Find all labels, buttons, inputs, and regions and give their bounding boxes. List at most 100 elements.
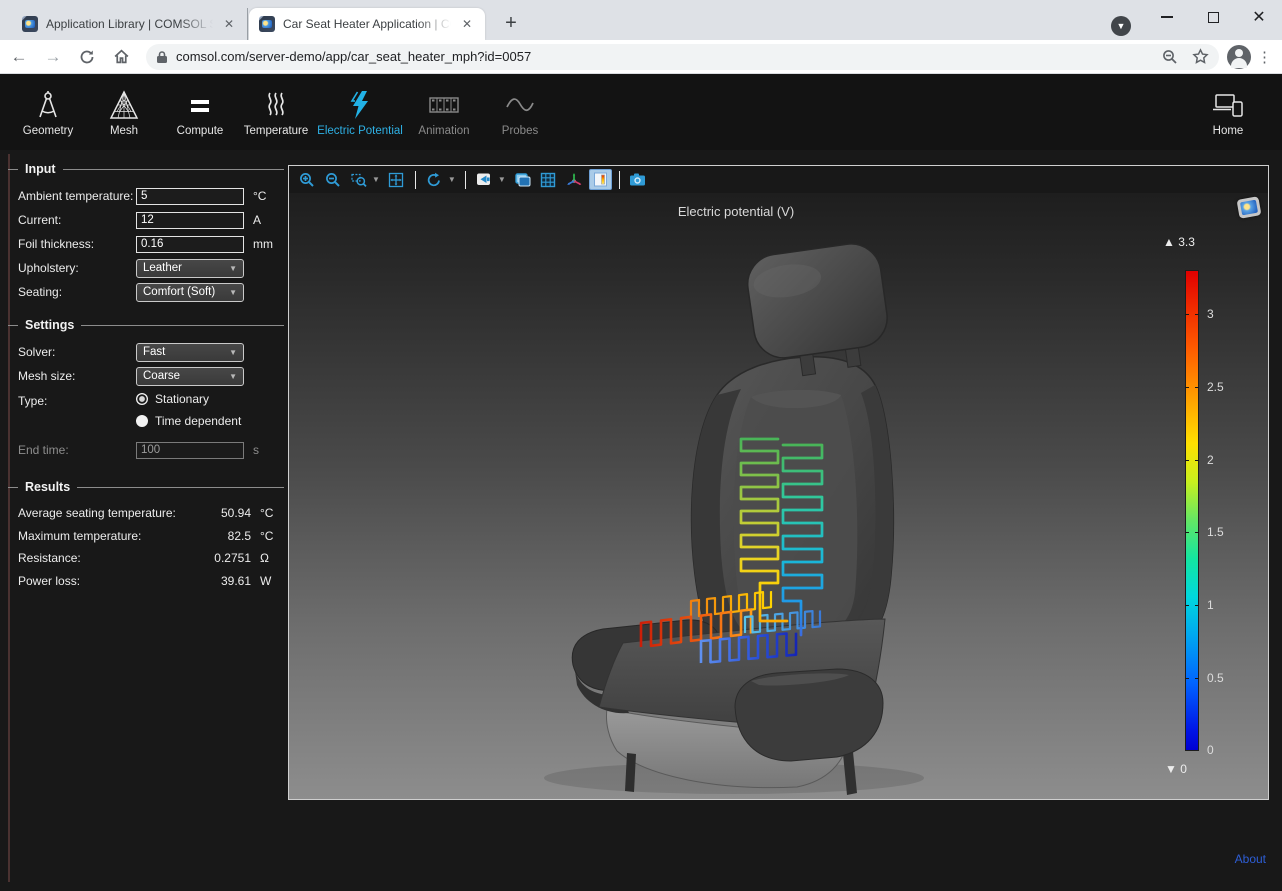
forward-icon[interactable]: → (38, 43, 68, 71)
snapshot-icon[interactable] (627, 169, 650, 190)
result-resistance: Resistance: 0.2751 Ω (18, 547, 284, 570)
app-ribbon: Geometry Mesh Compute Temperature (0, 74, 1282, 150)
mesh-size-dropdown[interactable]: Coarse ▼ (136, 367, 244, 386)
zoom-out-icon[interactable] (321, 169, 344, 190)
end-time-input (136, 442, 244, 459)
field-seating: Seating: Comfort (Soft) ▼ (18, 280, 284, 304)
seating-dropdown[interactable]: Comfort (Soft) ▼ (136, 283, 244, 302)
ribbon-temperature-button[interactable]: Temperature (238, 78, 314, 146)
browser-window: Application Library | COMSOL Se Car Seat… (0, 0, 1282, 891)
car-seat-3d-model[interactable] (289, 193, 1268, 799)
colorbar-max-marker: ▲ 3.3 (1163, 235, 1195, 249)
animation-icon (427, 87, 461, 121)
devices-icon (1210, 87, 1246, 121)
field-foil-thickness: Foil thickness: mm (18, 232, 284, 256)
radio-stationary[interactable]: Stationary (136, 388, 284, 410)
grid-icon[interactable] (537, 169, 560, 190)
window-controls: ✕ (1144, 0, 1282, 34)
seat-backrest (692, 357, 894, 655)
zoom-level-icon[interactable] (1162, 49, 1178, 65)
color-legend-icon[interactable] (589, 169, 612, 190)
section-header-results: Results (18, 480, 284, 494)
plot-canvas[interactable]: Electric potential (V) (289, 193, 1268, 799)
scene-light-icon[interactable] (473, 169, 496, 190)
maximize-button[interactable] (1190, 0, 1236, 34)
axes-icon[interactable] (563, 169, 586, 190)
section-header-input: Input (18, 162, 284, 176)
url-text[interactable]: comsol.com/server-demo/app/car_seat_heat… (176, 49, 1162, 64)
tab-application-library[interactable]: Application Library | COMSOL Se (12, 8, 248, 40)
radio-selected-icon[interactable] (136, 393, 148, 405)
comsol-favicon (22, 16, 38, 32)
cushion-front-bolster (735, 669, 883, 761)
field-end-time: End time: s (18, 438, 284, 462)
address-bar[interactable]: comsol.com/server-demo/app/car_seat_heat… (146, 44, 1219, 70)
tab-close-icon[interactable] (459, 16, 475, 32)
ribbon-probes-button[interactable]: Probes (482, 78, 558, 146)
toolbar-separator (619, 171, 620, 189)
colorbar-min-marker: ▼ 0 (1165, 762, 1187, 776)
colorbar-tick-label: 3 (1207, 307, 1214, 321)
minimize-button[interactable] (1144, 0, 1190, 34)
section-header-settings: Settings (18, 318, 284, 332)
field-ambient-temperature: Ambient temperature: °C (18, 184, 284, 208)
electric-potential-icon (344, 87, 376, 121)
tab-close-icon[interactable] (221, 16, 237, 32)
section-title: Results (25, 480, 70, 494)
ribbon-mesh-button[interactable]: Mesh (86, 78, 162, 146)
colorbar-tick-label: 0 (1207, 743, 1214, 757)
section-title: Settings (25, 318, 74, 332)
new-tab-button[interactable]: + (497, 10, 525, 38)
ribbon-animation-button[interactable]: Animation (406, 78, 482, 146)
colorbar-tick-label: 1 (1207, 598, 1214, 612)
lock-icon (156, 50, 168, 64)
ribbon-electric-potential-button[interactable]: Electric Potential (314, 78, 406, 146)
rotate-dropdown-icon[interactable]: ▼ (448, 175, 456, 184)
zoom-box-icon[interactable] (347, 169, 370, 190)
geometry-icon (32, 87, 64, 121)
scene-light-dropdown-icon[interactable]: ▼ (498, 175, 506, 184)
tab-car-seat-heater[interactable]: Car Seat Heater Application | CO (249, 8, 485, 40)
field-current: Current: A (18, 208, 284, 232)
transparency-icon[interactable] (511, 169, 534, 190)
radio-unselected-icon[interactable] (136, 415, 148, 427)
upholstery-dropdown[interactable]: Leather ▼ (136, 259, 244, 278)
tab-title: Application Library | COMSOL Se (46, 17, 213, 31)
browser-update-icon[interactable]: ▼ (1111, 16, 1131, 36)
radio-time-dependent[interactable]: Time dependent (136, 410, 284, 432)
chevron-down-icon: ▼ (229, 264, 237, 273)
profile-avatar[interactable] (1227, 45, 1251, 69)
graphics-toolbar: ▼ ▼ ▼ (289, 166, 1268, 193)
back-icon[interactable]: ← (4, 43, 34, 71)
ribbon-home-button[interactable]: Home (1190, 78, 1266, 146)
field-upholstery: Upholstery: Leather ▼ (18, 256, 284, 280)
zoom-extents-icon[interactable] (385, 169, 408, 190)
graphics-window: ▼ ▼ ▼ (288, 165, 1269, 800)
browser-toolbar: ← → comsol.com/server-demo/app/car_seat_… (0, 40, 1282, 74)
bookmark-star-icon[interactable] (1192, 48, 1209, 65)
compute-icon (184, 87, 216, 121)
toolbar-separator (465, 171, 466, 189)
zoom-box-dropdown-icon[interactable]: ▼ (372, 175, 380, 184)
foil-thickness-input[interactable] (136, 236, 244, 253)
colorbar-tick-label: 0.5 (1207, 671, 1224, 685)
ribbon-geometry-button[interactable]: Geometry (10, 78, 86, 146)
tab-strip: Application Library | COMSOL Se Car Seat… (0, 0, 1282, 40)
colorbar-tick-label: 2 (1207, 453, 1214, 467)
current-input[interactable] (136, 212, 244, 229)
comsol-favicon (259, 16, 275, 32)
probes-icon (503, 87, 537, 121)
about-link[interactable]: About (1235, 852, 1266, 866)
home-icon[interactable] (106, 43, 136, 71)
result-maximum-temperature: Maximum temperature: 82.5 °C (18, 525, 284, 548)
ribbon-compute-button[interactable]: Compute (162, 78, 238, 146)
zoom-in-icon[interactable] (295, 169, 318, 190)
field-solver: Solver: Fast ▼ (18, 340, 284, 364)
ambient-temperature-input[interactable] (136, 188, 244, 205)
solver-dropdown[interactable]: Fast ▼ (136, 343, 244, 362)
rotate-icon[interactable] (423, 169, 446, 190)
reload-icon[interactable] (72, 43, 102, 71)
close-button[interactable]: ✕ (1236, 0, 1282, 34)
field-mesh-size: Mesh size: Coarse ▼ (18, 364, 284, 388)
browser-menu-icon[interactable]: ⋮ (1257, 48, 1272, 66)
